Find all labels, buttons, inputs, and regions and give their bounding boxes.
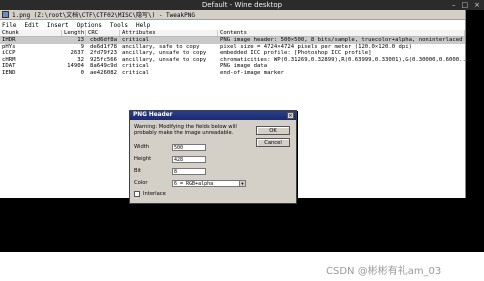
- cell-length: 13: [77, 37, 84, 43]
- cell-contents: PNG image header: 500×500, 8 bits/sample…: [220, 37, 463, 43]
- height-label: Height: [134, 156, 152, 162]
- cell-crc: ae426082: [90, 69, 117, 76]
- cell-chunk: iCCP: [2, 50, 16, 57]
- cell-crc: 8a649c9d: [90, 63, 117, 70]
- cell-attributes: ancillary, unsafe to copy: [122, 56, 207, 63]
- cell-chunk: cHRM: [2, 56, 16, 63]
- bit-field[interactable]: 8: [172, 168, 206, 175]
- cell-contents: PNG image data: [220, 63, 268, 70]
- cell-length: 9: [80, 43, 84, 50]
- column-header-contents[interactable]: Contents: [218, 30, 465, 36]
- app-icon: [2, 11, 9, 18]
- menu-tools[interactable]: Tools: [110, 22, 128, 29]
- cell-crc: 925fc566: [90, 56, 117, 63]
- color-select-value: 6 = RGB+alpha: [174, 181, 214, 187]
- cell-contents: end-of-image marker: [220, 69, 284, 76]
- column-header-attributes[interactable]: Attributes: [120, 30, 218, 36]
- cell-contents: pixel size = 4724×4724 pixels per meter …: [220, 43, 412, 50]
- cell-length: 2637: [70, 50, 84, 57]
- cell-crc: de6d1f78: [90, 43, 117, 50]
- color-select[interactable]: 6 = RGB+alpha ▼: [172, 180, 246, 187]
- png-header-dialog: PNG Header × Warning: Modifying the fiel…: [129, 110, 297, 204]
- desktop-window-controls: – □ ×: [452, 0, 480, 10]
- height-field[interactable]: 428: [172, 156, 206, 163]
- cell-chunk: pHYs: [2, 43, 16, 50]
- cell-length: 0: [80, 69, 84, 76]
- maximize-icon[interactable]: □: [462, 0, 469, 10]
- warning-text: Warning: Modifying the fields below will…: [134, 124, 237, 136]
- app-title-bar: 1.png (Z:\root\文档\CTF\CTF02\MISC\隐写\) - …: [0, 10, 465, 20]
- column-header-crc[interactable]: CRC: [86, 30, 120, 36]
- desktop-title: Default - Wine desktop: [201, 1, 283, 9]
- interlace-label: Interlace: [143, 191, 166, 197]
- cell-crc: 2fd79f23: [90, 50, 117, 57]
- width-label: Width: [134, 144, 150, 150]
- watermark: CSDN @彬彬有礼am_03: [326, 266, 442, 277]
- table-row[interactable]: IEND 0 ae426082 critical end-of-image ma…: [0, 70, 465, 77]
- column-header-length[interactable]: Length: [62, 30, 86, 36]
- cell-attributes: critical: [122, 63, 149, 70]
- cell-length: 14904: [67, 63, 84, 70]
- cell-attributes: ancillary, unsafe to copy: [122, 50, 207, 57]
- cell-contents: embedded ICC profile: [Photoshop ICC pro…: [220, 50, 372, 57]
- menu-help[interactable]: Help: [136, 22, 150, 29]
- menu-insert[interactable]: Insert: [47, 22, 69, 29]
- desktop-title-bar: Default - Wine desktop – □ ×: [0, 0, 484, 10]
- minimize-icon[interactable]: –: [452, 0, 456, 10]
- table-row[interactable]: IHDR 13 cbd6df8a critical PNG image head…: [0, 37, 465, 44]
- cell-chunk: IHDR: [2, 37, 16, 43]
- cell-contents: chromaticities: WP(0.31269,0.32899),R(0.…: [220, 56, 465, 63]
- interlace-checkbox-row[interactable]: Interlace: [134, 191, 166, 197]
- close-icon[interactable]: ×: [474, 0, 480, 10]
- menu-file[interactable]: File: [2, 22, 16, 29]
- menu-options[interactable]: Options: [77, 22, 102, 29]
- bit-label: Bit: [134, 168, 142, 174]
- menu-edit[interactable]: Edit: [24, 22, 38, 29]
- cell-attributes: ancillary, safe to copy: [122, 43, 200, 50]
- table-row[interactable]: IDAT 14904 8a649c9d critical PNG image d…: [0, 63, 465, 70]
- cell-chunk: IEND: [2, 69, 16, 76]
- app-title: 1.png (Z:\root\文档\CTF\CTF02\MISC\隐写\) - …: [12, 12, 195, 19]
- menu-bar: File Edit Insert Options Tools Help: [0, 20, 465, 30]
- cancel-button[interactable]: Cancel: [256, 138, 290, 147]
- cell-length: 32: [77, 56, 84, 63]
- tweakpng-window: 1.png (Z:\root\文档\CTF\CTF02\MISC\隐写\) - …: [0, 10, 466, 204]
- table-header: Chunk Length CRC Attributes Contents: [0, 30, 465, 37]
- close-icon[interactable]: ×: [287, 112, 294, 119]
- table-row[interactable]: cHRM 32 925fc566 ancillary, unsafe to co…: [0, 57, 465, 64]
- cell-chunk: IDAT: [2, 63, 16, 70]
- ok-button[interactable]: OK: [256, 126, 290, 135]
- dialog-title: PNG Header: [130, 111, 296, 120]
- cell-crc: cbd6df8a: [90, 37, 117, 43]
- chevron-down-icon[interactable]: ▼: [239, 181, 245, 186]
- chunk-table: Chunk Length CRC Attributes Contents IHD…: [0, 30, 465, 77]
- cell-attributes: critical: [122, 69, 149, 76]
- interlace-checkbox[interactable]: [134, 191, 140, 197]
- column-header-chunk[interactable]: Chunk: [0, 30, 62, 36]
- table-row[interactable]: iCCP 2637 2fd79f23 ancillary, unsafe to …: [0, 50, 465, 57]
- cell-attributes: critical: [122, 37, 149, 43]
- table-row[interactable]: pHYs 9 de6d1f78 ancillary, safe to copy …: [0, 44, 465, 51]
- color-label: Color: [134, 180, 148, 186]
- width-field[interactable]: 500: [172, 144, 206, 151]
